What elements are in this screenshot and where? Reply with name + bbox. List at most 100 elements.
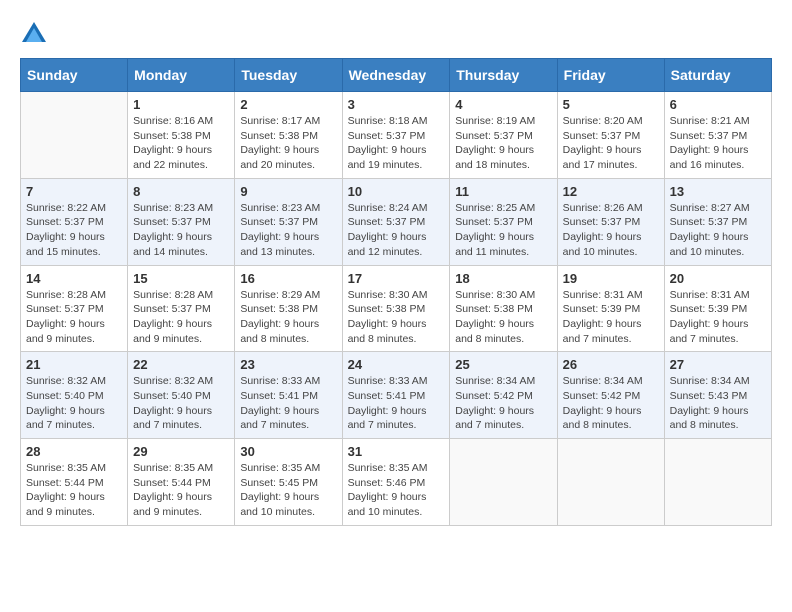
- day-info: Sunrise: 8:17 AM Sunset: 5:38 PM Dayligh…: [240, 114, 336, 173]
- day-info: Sunrise: 8:35 AM Sunset: 5:46 PM Dayligh…: [348, 461, 445, 520]
- day-info: Sunrise: 8:33 AM Sunset: 5:41 PM Dayligh…: [348, 374, 445, 433]
- calendar-cell: 15Sunrise: 8:28 AM Sunset: 5:37 PM Dayli…: [128, 265, 235, 352]
- calendar-week-row: 28Sunrise: 8:35 AM Sunset: 5:44 PM Dayli…: [21, 439, 772, 526]
- day-info: Sunrise: 8:23 AM Sunset: 5:37 PM Dayligh…: [240, 201, 336, 260]
- calendar-table: SundayMondayTuesdayWednesdayThursdayFrid…: [20, 58, 772, 526]
- weekday-header: Tuesday: [235, 59, 342, 92]
- day-number: 9: [240, 184, 336, 199]
- calendar-cell: 31 Sunrise: 8:35 AM Sunset: 5:46 PM Dayli…: [342, 439, 450, 526]
- day-info: Sunrise: 8:26 AM Sunset: 5:37 PM Dayligh…: [563, 201, 659, 260]
- calendar-cell: 16 Sunrise: 8:29 AM Sunset: 5:38 PM Dayli…: [235, 265, 342, 352]
- weekday-header: Wednesday: [342, 59, 450, 92]
- day-info: Sunrise: 8:18 AM Sunset: 5:37 PM Dayligh…: [348, 114, 445, 173]
- day-info: Sunrise: 8:32 AM Sunset: 5:40 PM Dayligh…: [26, 374, 122, 433]
- day-info: Sunrise: 8:23 AM Sunset: 5:37 PM Dayligh…: [133, 201, 229, 260]
- day-number: 22: [133, 357, 229, 372]
- day-number: 17: [348, 271, 445, 286]
- day-number: 26: [563, 357, 659, 372]
- day-number: 23: [240, 357, 336, 372]
- calendar-cell: 26 Sunrise: 8:34 AM Sunset: 5:42 PM Dayli…: [557, 352, 664, 439]
- calendar-week-row: 1 Sunrise: 8:16 AM Sunset: 5:38 PM Daylig…: [21, 92, 772, 179]
- day-number: 19: [563, 271, 659, 286]
- day-info: Sunrise: 8:24 AM Sunset: 5:37 PM Dayligh…: [348, 201, 445, 260]
- day-number: 28: [26, 444, 122, 459]
- day-info: Sunrise: 8:34 AM Sunset: 5:42 PM Dayligh…: [455, 374, 551, 433]
- calendar-cell: 10 Sunrise: 8:24 AM Sunset: 5:37 PM Dayli…: [342, 178, 450, 265]
- day-number: 31: [348, 444, 445, 459]
- day-info: Sunrise: 8:34 AM Sunset: 5:42 PM Dayligh…: [563, 374, 659, 433]
- day-number: 6: [670, 97, 766, 112]
- calendar-cell: 30Sunrise: 8:35 AM Sunset: 5:45 PM Dayli…: [235, 439, 342, 526]
- day-info: Sunrise: 8:31 AM Sunset: 5:39 PM Dayligh…: [563, 288, 659, 347]
- day-number: 5: [563, 97, 659, 112]
- day-number: 3: [348, 97, 445, 112]
- calendar-cell: 12 Sunrise: 8:26 AM Sunset: 5:37 PM Dayli…: [557, 178, 664, 265]
- calendar-cell: 19 Sunrise: 8:31 AM Sunset: 5:39 PM Dayli…: [557, 265, 664, 352]
- logo: [20, 20, 52, 48]
- day-number: 7: [26, 184, 122, 199]
- day-number: 25: [455, 357, 551, 372]
- calendar-cell: 3 Sunrise: 8:18 AM Sunset: 5:37 PM Daylig…: [342, 92, 450, 179]
- day-info: Sunrise: 8:20 AM Sunset: 5:37 PM Dayligh…: [563, 114, 659, 173]
- calendar-week-row: 21 Sunrise: 8:32 AM Sunset: 5:40 PM Dayli…: [21, 352, 772, 439]
- calendar-week-row: 7 Sunrise: 8:22 AM Sunset: 5:37 PM Daylig…: [21, 178, 772, 265]
- calendar-cell: 27 Sunrise: 8:34 AM Sunset: 5:43 PM Dayli…: [664, 352, 771, 439]
- day-number: 16: [240, 271, 336, 286]
- day-number: 1: [133, 97, 229, 112]
- calendar-cell: 5 Sunrise: 8:20 AM Sunset: 5:37 PM Daylig…: [557, 92, 664, 179]
- calendar-cell: 13Sunrise: 8:27 AM Sunset: 5:37 PM Dayli…: [664, 178, 771, 265]
- calendar-cell: 22 Sunrise: 8:32 AM Sunset: 5:40 PM Dayli…: [128, 352, 235, 439]
- day-number: 11: [455, 184, 551, 199]
- day-number: 14: [26, 271, 122, 286]
- weekday-header: Sunday: [21, 59, 128, 92]
- calendar-cell: 29Sunrise: 8:35 AM Sunset: 5:44 PM Dayli…: [128, 439, 235, 526]
- day-number: 27: [670, 357, 766, 372]
- day-info: Sunrise: 8:16 AM Sunset: 5:38 PM Dayligh…: [133, 114, 229, 173]
- day-info: Sunrise: 8:35 AM Sunset: 5:45 PM Dayligh…: [240, 461, 336, 520]
- day-number: 18: [455, 271, 551, 286]
- calendar-cell: [21, 92, 128, 179]
- calendar-cell: 2 Sunrise: 8:17 AM Sunset: 5:38 PM Daylig…: [235, 92, 342, 179]
- day-number: 24: [348, 357, 445, 372]
- day-number: 15: [133, 271, 229, 286]
- calendar-cell: [557, 439, 664, 526]
- day-info: Sunrise: 8:25 AM Sunset: 5:37 PM Dayligh…: [455, 201, 551, 260]
- day-number: 2: [240, 97, 336, 112]
- calendar-cell: [450, 439, 557, 526]
- calendar-cell: [664, 439, 771, 526]
- logo-icon: [20, 20, 48, 48]
- weekday-header: Friday: [557, 59, 664, 92]
- calendar-cell: 24 Sunrise: 8:33 AM Sunset: 5:41 PM Dayli…: [342, 352, 450, 439]
- day-info: Sunrise: 8:29 AM Sunset: 5:38 PM Dayligh…: [240, 288, 336, 347]
- day-info: Sunrise: 8:30 AM Sunset: 5:38 PM Dayligh…: [455, 288, 551, 347]
- day-info: Sunrise: 8:34 AM Sunset: 5:43 PM Dayligh…: [670, 374, 766, 433]
- calendar-header-row: SundayMondayTuesdayWednesdayThursdayFrid…: [21, 59, 772, 92]
- calendar-cell: 8 Sunrise: 8:23 AM Sunset: 5:37 PM Daylig…: [128, 178, 235, 265]
- calendar-cell: 6Sunrise: 8:21 AM Sunset: 5:37 PM Daylig…: [664, 92, 771, 179]
- day-number: 10: [348, 184, 445, 199]
- calendar-cell: 20Sunrise: 8:31 AM Sunset: 5:39 PM Dayli…: [664, 265, 771, 352]
- calendar-cell: 28Sunrise: 8:35 AM Sunset: 5:44 PM Dayli…: [21, 439, 128, 526]
- day-number: 20: [670, 271, 766, 286]
- calendar-cell: 17Sunrise: 8:30 AM Sunset: 5:38 PM Dayli…: [342, 265, 450, 352]
- calendar-cell: 25 Sunrise: 8:34 AM Sunset: 5:42 PM Dayli…: [450, 352, 557, 439]
- day-info: Sunrise: 8:22 AM Sunset: 5:37 PM Dayligh…: [26, 201, 122, 260]
- day-number: 21: [26, 357, 122, 372]
- calendar-cell: 4 Sunrise: 8:19 AM Sunset: 5:37 PM Daylig…: [450, 92, 557, 179]
- day-number: 8: [133, 184, 229, 199]
- weekday-header: Saturday: [664, 59, 771, 92]
- day-info: Sunrise: 8:33 AM Sunset: 5:41 PM Dayligh…: [240, 374, 336, 433]
- day-number: 13: [670, 184, 766, 199]
- day-info: Sunrise: 8:19 AM Sunset: 5:37 PM Dayligh…: [455, 114, 551, 173]
- page-header: [20, 20, 772, 48]
- calendar-cell: 7 Sunrise: 8:22 AM Sunset: 5:37 PM Daylig…: [21, 178, 128, 265]
- calendar-cell: 1 Sunrise: 8:16 AM Sunset: 5:38 PM Daylig…: [128, 92, 235, 179]
- weekday-header: Thursday: [450, 59, 557, 92]
- calendar-cell: 9 Sunrise: 8:23 AM Sunset: 5:37 PM Daylig…: [235, 178, 342, 265]
- day-number: 12: [563, 184, 659, 199]
- weekday-header: Monday: [128, 59, 235, 92]
- calendar-cell: 23 Sunrise: 8:33 AM Sunset: 5:41 PM Dayli…: [235, 352, 342, 439]
- calendar-cell: 18 Sunrise: 8:30 AM Sunset: 5:38 PM Dayli…: [450, 265, 557, 352]
- day-number: 4: [455, 97, 551, 112]
- day-info: Sunrise: 8:32 AM Sunset: 5:40 PM Dayligh…: [133, 374, 229, 433]
